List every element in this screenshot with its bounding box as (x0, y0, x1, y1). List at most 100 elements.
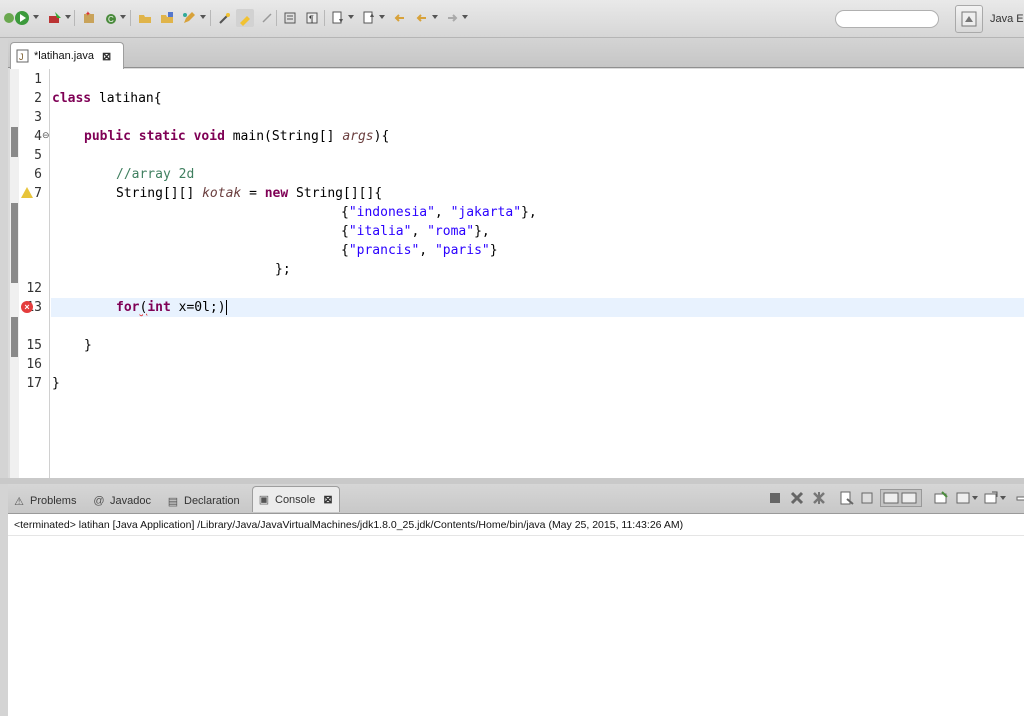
pin-console-icon[interactable] (932, 489, 950, 507)
scroll-lock-icon[interactable] (858, 489, 876, 507)
editor-area: J *latihan.java ⊠ 1 2 3 4 ⊖ 5 6 7 12 13 … (8, 38, 1024, 478)
next-annotation-icon[interactable] (329, 9, 347, 27)
external-tools-icon[interactable] (46, 9, 64, 27)
fold-collapse-icon[interactable]: ⊖ (42, 127, 50, 146)
toolbar-separator (130, 10, 131, 26)
edit-dropdown-icon[interactable] (200, 15, 206, 19)
svg-text:J: J (19, 52, 24, 62)
display-console-dropdown-icon[interactable] (972, 496, 978, 500)
editor-tab-title: *latihan.java (34, 50, 94, 62)
console-output[interactable] (8, 536, 1024, 716)
minimize-panel-icon[interactable] (1012, 489, 1024, 507)
new-class-icon[interactable]: C (102, 9, 120, 27)
window-left-edge (0, 38, 8, 716)
close-icon[interactable]: ⊠ (102, 50, 111, 63)
line-number: 16 (26, 357, 42, 372)
open-folder-icon[interactable] (136, 9, 154, 27)
warning-icon[interactable] (21, 187, 33, 198)
editor-tab-bar: J *latihan.java ⊠ (8, 38, 1024, 69)
next-annotation-dropdown-icon[interactable] (348, 15, 354, 19)
tab-label: Declaration (184, 495, 240, 507)
external-tools-dropdown-icon[interactable] (65, 15, 71, 19)
ruler-mark (11, 203, 18, 283)
forward-dropdown-icon[interactable] (462, 15, 468, 19)
problems-icon: ⚠ (14, 495, 24, 508)
editor-tab-latihan[interactable]: J *latihan.java ⊠ (10, 42, 124, 69)
open-perspective-button[interactable] (955, 5, 983, 33)
panel-tab-bar: ⚠ Problems @ Javadoc ▤ Declaration ▣ Con… (8, 484, 1024, 514)
close-icon[interactable]: ⊠ (323, 493, 332, 506)
toggle-breadcrumb-icon[interactable] (258, 9, 276, 27)
text-cursor (225, 300, 227, 315)
code-line-7[interactable]: String[][] kotak = new String[][]{ (116, 184, 382, 203)
highlight-icon[interactable] (236, 9, 254, 27)
error-icon[interactable]: × (21, 301, 33, 313)
overview-ruler-left (10, 69, 19, 478)
display-selected-console-icon[interactable] (954, 489, 972, 507)
block-selection-icon[interactable] (281, 9, 299, 27)
word-wrap-icon[interactable] (880, 489, 922, 507)
line-number: 3 (34, 110, 42, 125)
terminate-icon[interactable] (766, 489, 784, 507)
back-history-icon[interactable] (413, 9, 431, 27)
line-number: 1 (34, 72, 42, 87)
code-line-2[interactable]: class latihan{ (52, 89, 162, 108)
prev-annotation-dropdown-icon[interactable] (379, 15, 385, 19)
line-number: 12 (26, 281, 42, 296)
line-number: 5 (34, 148, 42, 163)
remove-launch-icon[interactable] (788, 489, 806, 507)
toggle-mark-occurrences-icon[interactable] (216, 9, 234, 27)
ruler-mark (11, 127, 18, 157)
code-line-9[interactable]: {"italia", "roma"}, (341, 222, 490, 241)
run-dropdown-icon[interactable] (33, 15, 39, 19)
code-line-13[interactable]: for(int x=0l;) (116, 298, 227, 317)
back-dropdown-icon[interactable] (432, 15, 438, 19)
remove-all-terminated-icon[interactable] (810, 489, 828, 507)
back-arrow-icon[interactable] (391, 9, 409, 27)
edit-pencil-icon[interactable] (180, 9, 198, 27)
code-line-15[interactable]: } (84, 336, 92, 355)
at-icon: @ (93, 495, 105, 507)
console-icon: ▣ (258, 494, 270, 506)
code-line-4[interactable]: public static void main(String[] args){ (84, 127, 389, 146)
tab-javadoc[interactable]: @ Javadoc (92, 490, 151, 512)
toolbar-separator (74, 10, 75, 26)
open-console-icon[interactable] (982, 489, 1000, 507)
line-number: 4 (34, 129, 42, 144)
new-class-dropdown-icon[interactable] (120, 15, 126, 19)
open-task-icon[interactable] (158, 9, 176, 27)
toolbar-separator (276, 10, 277, 26)
tab-label: Console (275, 493, 316, 506)
line-number: 6 (34, 167, 42, 182)
forward-arrow-icon[interactable] (443, 9, 461, 27)
declaration-icon: ▤ (167, 495, 179, 508)
bottom-panel: ⚠ Problems @ Javadoc ▤ Declaration ▣ Con… (8, 484, 1024, 716)
toolbar-separator (324, 10, 325, 26)
new-java-project-icon[interactable]: ✦ (80, 9, 98, 27)
show-whitespace-icon[interactable]: ¶ (303, 9, 321, 27)
java-perspective-label[interactable]: Java E (990, 13, 1024, 25)
prev-annotation-icon[interactable] (360, 9, 378, 27)
line-number: 17 (26, 376, 42, 391)
line-number: 15 (26, 338, 42, 353)
open-console-dropdown-icon[interactable] (1000, 496, 1006, 500)
svg-text:✦: ✦ (85, 10, 91, 18)
code-line-6[interactable]: //array 2d (116, 165, 194, 184)
clear-console-icon[interactable] (838, 489, 856, 507)
tab-label: Problems (30, 495, 77, 507)
main-toolbar: ✦ C ¶ Java E (0, 0, 1024, 38)
tab-problems[interactable]: ⚠ Problems (12, 490, 76, 512)
console-launch-info: <terminated> latihan [Java Application] … (8, 514, 1024, 536)
run-button[interactable] (13, 9, 31, 27)
code-line-8[interactable]: {"indonesia", "jakarta"}, (341, 203, 537, 222)
code-editor[interactable]: 1 2 3 4 ⊖ 5 6 7 12 13 × 15 16 17 class l… (10, 69, 1024, 478)
quick-access-search-input[interactable] (835, 10, 939, 28)
code-line-10[interactable]: {"prancis", "paris"} (341, 241, 498, 260)
tab-console[interactable]: ▣ Console ⊠ (252, 486, 340, 512)
line-number: 2 (34, 91, 42, 106)
tab-label: Javadoc (110, 495, 151, 507)
tab-declaration[interactable]: ▤ Declaration (166, 490, 240, 512)
svg-text:C: C (108, 15, 114, 24)
code-line-11[interactable]: }; (275, 260, 291, 279)
code-line-17[interactable]: } (52, 374, 60, 393)
